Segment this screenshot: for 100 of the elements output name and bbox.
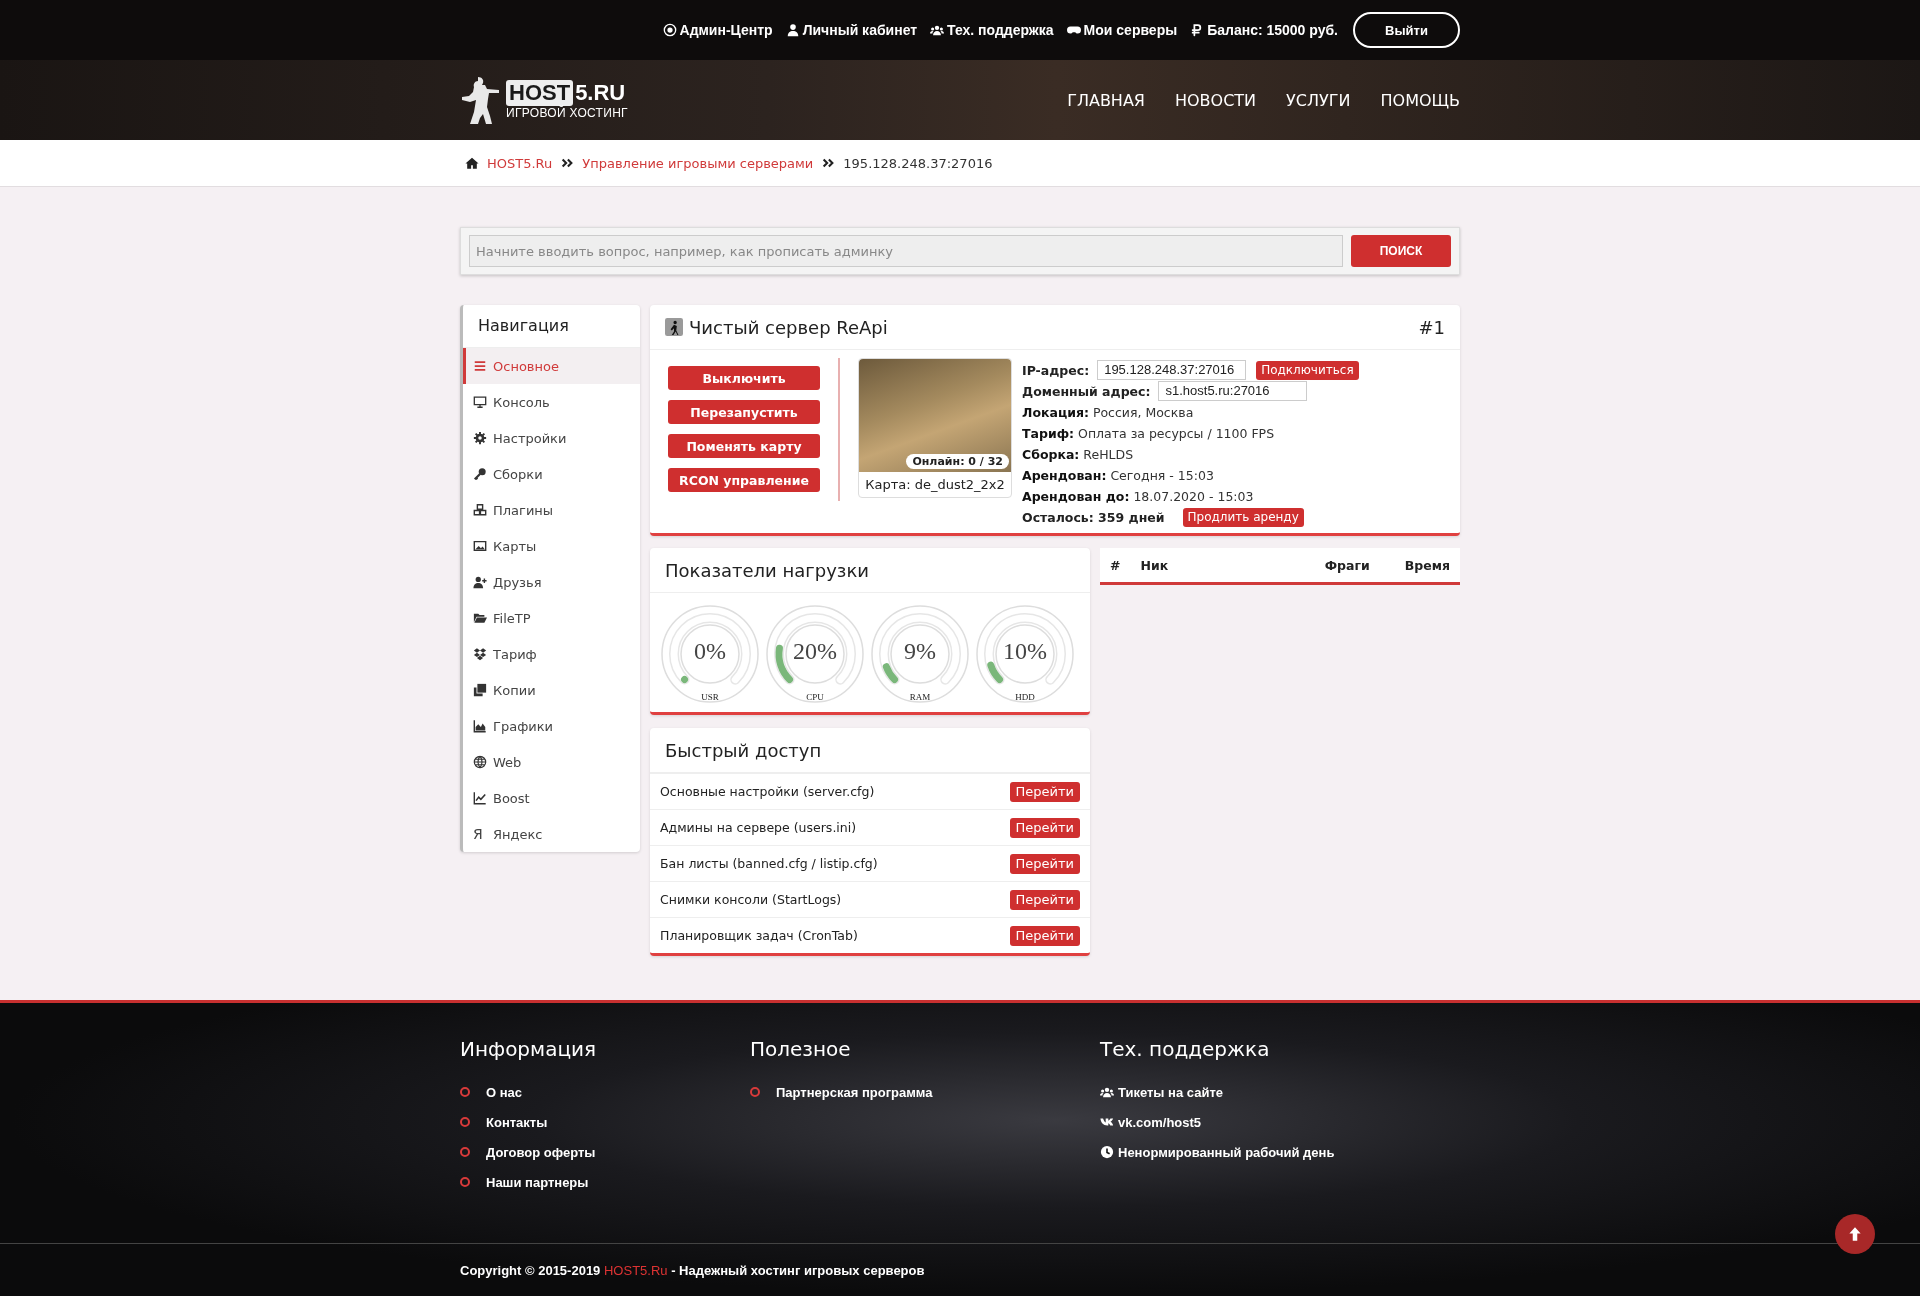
breadcrumb-current: 195.128.248.37:27016 [843, 155, 993, 171]
dropbox-icon [473, 647, 487, 661]
info-action-button[interactable]: Продлить аренду [1182, 507, 1304, 527]
go-button[interactable]: Перейти [1009, 889, 1080, 910]
user-icon [785, 23, 800, 37]
gear-icon [473, 431, 487, 445]
top-nav-link[interactable]: Личный кабинет [785, 22, 918, 38]
server-title: Чистый сервер ReApi [689, 316, 888, 338]
server-action-button[interactable]: Перезапустить [668, 400, 820, 424]
ring-bullet-icon [460, 1117, 470, 1127]
logout-button[interactable]: Выйти [1353, 12, 1460, 48]
sidebar-item[interactable]: Сборки [463, 456, 640, 492]
footer-link[interactable]: О нас [486, 1084, 523, 1100]
footer-heading: Полезное [750, 1037, 852, 1061]
user-plus-icon [473, 575, 487, 589]
server-action-button[interactable]: Поменять карту [668, 434, 820, 458]
sidebar-item[interactable]: Друзья [463, 564, 640, 600]
quick-access-label: Снимки консоли (StartLogs) [660, 892, 842, 907]
copyright-link[interactable]: HOST5.Ru [603, 1262, 668, 1278]
info-label: Доменный адрес: [1022, 383, 1151, 399]
online-count: Онлайн: 0 / 32 [906, 454, 1009, 469]
image-icon [473, 539, 487, 553]
sidebar-item[interactable]: FileTP [463, 600, 640, 636]
footer-link[interactable]: Наши партнеры [486, 1174, 589, 1190]
sidebar-item[interactable]: Копии [463, 672, 640, 708]
cubes-icon [473, 503, 487, 517]
sidebar-item[interactable]: Графики [463, 708, 640, 744]
footer-link[interactable]: vk.com/host5 [1118, 1114, 1202, 1130]
go-button[interactable]: Перейти [1009, 853, 1080, 874]
footer-link[interactable]: Ненормированный рабочий день [1118, 1144, 1335, 1160]
info-text: Тариф: Оплата за ресурсы / 1100 FPS [1022, 425, 1275, 441]
gauge-label: HDD [1014, 692, 1036, 702]
breadcrumb-link[interactable]: HOST5.Ru [487, 155, 553, 171]
card-title: Быстрый доступ [665, 739, 822, 761]
gauge-reading: 10% [1002, 638, 1048, 665]
gauge-label: RAM [908, 692, 932, 702]
footer-link[interactable]: Договор оферты [486, 1144, 596, 1160]
sidebar-item[interactable]: Тариф [463, 636, 640, 672]
sidebar-item[interactable]: Консоль [463, 384, 640, 420]
main-nav-link[interactable]: НОВОСТИ [1174, 90, 1257, 110]
double-chevron-icon [821, 156, 836, 170]
footer-heading: Информация [460, 1037, 598, 1061]
footer-link[interactable]: Контакты [486, 1114, 548, 1130]
info-text: Локация: Россия, Москва [1022, 404, 1194, 420]
quick-access-label: Основные настройки (server.cfg) [660, 784, 875, 799]
column-header: # [1110, 557, 1121, 573]
sidebar-item[interactable]: Web [463, 744, 640, 780]
main-nav-link[interactable]: ГЛАВНАЯ [1067, 90, 1145, 110]
sidebar-item[interactable]: Карты [463, 528, 640, 564]
game-figure-icon [665, 318, 683, 336]
sidebar-item[interactable]: Основное [463, 348, 640, 384]
go-button[interactable]: Перейти [1009, 817, 1080, 838]
info-field[interactable]: s1.host5.ru:27016 [1158, 381, 1308, 401]
main-nav-link[interactable]: ПОМОЩЬ [1380, 90, 1460, 110]
breadcrumb-link[interactable]: Управление игровыми серверами [582, 155, 814, 171]
target-icon [662, 23, 677, 37]
go-button[interactable]: Перейти [1009, 925, 1080, 946]
gauge-label: CPU [805, 692, 825, 702]
server-number: #1 [1418, 316, 1445, 338]
area-chart-icon [473, 719, 487, 733]
logo-tagline: ИГРОВОЙ ХОСТИНГ [506, 106, 628, 120]
card-title: Показатели нагрузки [665, 559, 869, 581]
info-text: Осталось: 359 дней [1022, 509, 1165, 525]
sidebar-item[interactable]: Плагины [463, 492, 640, 528]
gauge-reading: 0% [693, 638, 727, 665]
main-nav-link[interactable]: УСЛУГИ [1286, 90, 1351, 110]
top-nav-link[interactable]: Тех. поддержка [930, 22, 1054, 38]
top-nav-link[interactable]: Баланс: 15000 руб. [1190, 22, 1338, 38]
scroll-top-button[interactable] [1835, 1214, 1875, 1254]
server-action-button[interactable]: RCON управление [668, 468, 820, 492]
double-chevron-icon [560, 156, 575, 170]
search-button[interactable]: ПОИСК [1351, 235, 1451, 267]
info-text: Сборка: ReHLDS [1022, 446, 1134, 462]
sidebar-item[interactable]: Boost [463, 780, 640, 816]
top-nav-link[interactable]: Мои серверы [1066, 22, 1178, 38]
gauge-label: USR [700, 692, 720, 702]
copyright-text: Copyright © 2015-2019 HOST5.Ru - Надежный хостинг игровых серверов [460, 1262, 925, 1278]
quick-access-label: Бан листы (banned.cfg / listip.cfg) [660, 856, 878, 871]
info-label: IP-адрес: [1022, 362, 1090, 378]
gauge-reading: 9% [903, 638, 937, 665]
soldier-silhouette-icon [460, 75, 500, 125]
users-icon [1100, 1085, 1114, 1099]
globe-icon [473, 755, 487, 769]
clock-icon [1100, 1145, 1114, 1159]
sidebar-item[interactable]: Я Яндекс [463, 816, 640, 852]
home-icon [465, 156, 479, 170]
line-chart-icon [473, 791, 487, 805]
ring-bullet-icon [460, 1177, 470, 1187]
server-action-button[interactable]: Выключить [668, 366, 820, 390]
footer-link[interactable]: Партнерская программа [776, 1084, 933, 1100]
gauge-reading: 20% [792, 638, 838, 665]
search-field[interactable]: Начните вводить вопрос, например, как прописать админку [469, 235, 1343, 267]
users-icon [930, 23, 945, 37]
footer-link[interactable]: Тикеты на сайте [1118, 1084, 1223, 1100]
key-icon [473, 467, 487, 481]
sidebar-item[interactable]: Настройки [463, 420, 640, 456]
go-button[interactable]: Перейти [1009, 781, 1080, 802]
top-nav-link[interactable]: Админ-Центр [662, 22, 773, 38]
info-field[interactable]: 195.128.248.37:27016 [1097, 360, 1247, 380]
info-action-button[interactable]: Подключиться [1256, 360, 1359, 380]
